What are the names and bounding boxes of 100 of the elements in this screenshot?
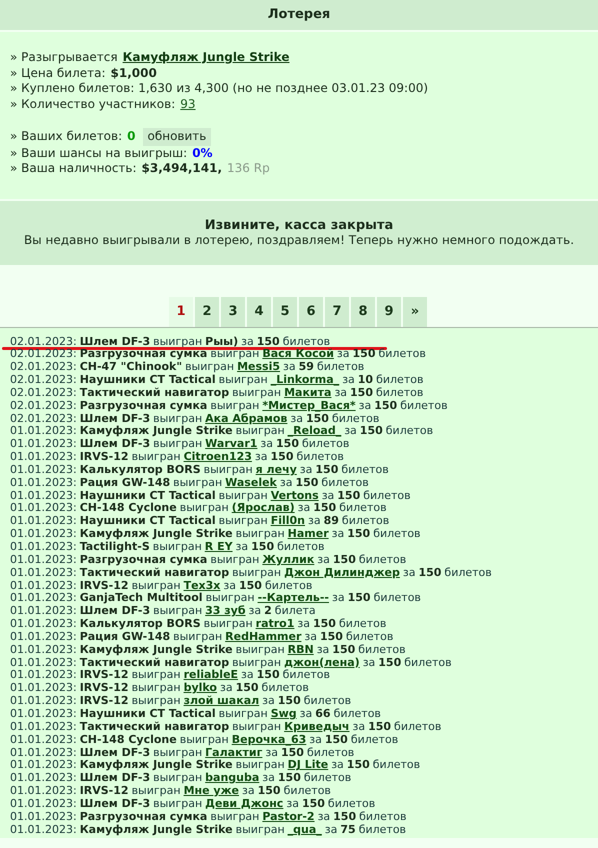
refresh-button[interactable]: обновить <box>142 128 212 146</box>
winner-link[interactable]: Деви Джонс <box>205 798 284 811</box>
won-text: выигран <box>153 605 202 618</box>
winner-link[interactable]: DJ Lite <box>288 759 328 772</box>
date-text: 01.01.2023: <box>10 438 77 452</box>
date-text: 01.01.2023: <box>10 490 77 502</box>
for-text: за <box>362 656 376 670</box>
unit-text: билетов <box>282 669 330 682</box>
won-text: выигран <box>153 412 202 426</box>
won-text: выигран <box>204 618 253 631</box>
won-text: выигран <box>132 580 181 592</box>
winner-link[interactable]: Waselek <box>225 476 277 490</box>
prize-name: Камуфляж Jungle Strike <box>80 759 233 772</box>
winner-link[interactable]: Макита <box>284 386 332 400</box>
page-link[interactable]: 9 <box>377 296 401 326</box>
winner-link[interactable]: RedHammer <box>225 630 302 644</box>
page-link[interactable]: 4 <box>247 296 271 326</box>
info-link[interactable]: Камуфляж Jungle Strike <box>122 50 290 66</box>
page-link[interactable]: 8 <box>351 296 375 326</box>
date-text: 02.01.2023: <box>10 412 77 426</box>
winner-link[interactable]: bylko <box>184 682 217 696</box>
winner-link[interactable]: Галактиг <box>205 746 262 760</box>
winner-link[interactable]: --Картель-- <box>258 592 329 606</box>
for-text: за <box>318 810 330 824</box>
winner-link[interactable]: _Linkorma_ <box>270 374 340 387</box>
won-text: выигран <box>210 400 260 413</box>
date-text: 01.01.2023: <box>10 772 77 786</box>
ticket-count: 150 <box>333 810 356 824</box>
prize-name: Калькулятор BORS <box>80 618 201 631</box>
winner-link[interactable]: Ака Абрамов <box>205 412 288 426</box>
winner-link[interactable]: Джон Дилинджер <box>284 566 400 580</box>
winner-link[interactable]: джон(лена) <box>284 656 360 670</box>
date-text: 01.01.2023: <box>10 656 77 670</box>
page-link[interactable]: 3 <box>221 296 245 326</box>
page-link[interactable]: 7 <box>325 296 349 326</box>
date-text: 01.01.2023: <box>10 425 77 438</box>
winner-link[interactable]: ratro1 <box>256 618 294 631</box>
winner-name: Рыы) <box>205 336 238 348</box>
date-text: 01.01.2023: <box>10 759 77 772</box>
notice-title: Извините, касса закрыта <box>204 218 394 232</box>
date-text: 02.01.2023: <box>10 400 77 413</box>
prize-name: Калькулятор BORS <box>80 464 201 477</box>
ticket-count: 150 <box>276 438 299 452</box>
winner-link[interactable]: RBN <box>288 644 314 657</box>
winner-link[interactable]: Вася Косой <box>262 348 334 362</box>
winner-link[interactable]: Hamer <box>288 528 329 541</box>
winner-link[interactable]: Тех3х <box>184 580 220 592</box>
date-text: 01.01.2023: <box>10 695 77 708</box>
winner-link[interactable]: Жуллик <box>262 554 314 567</box>
for-text: за <box>298 502 310 516</box>
date-text: 01.01.2023: <box>10 785 77 798</box>
page-link[interactable]: 1 <box>169 296 193 326</box>
unit-text: билетов <box>282 336 330 348</box>
ticket-count: 150 <box>368 720 392 734</box>
page-link[interactable]: 5 <box>273 296 297 326</box>
prize-name: IRVS-12 <box>80 669 129 682</box>
winner-link[interactable]: Vertons <box>270 490 319 502</box>
ticket-count: 150 <box>360 425 383 438</box>
winner-link[interactable]: Pastor-2 <box>262 810 315 824</box>
page-link[interactable]: 2 <box>195 296 219 326</box>
info-label: » Ваших билетов: <box>10 129 122 144</box>
won-text: выигран <box>210 810 260 824</box>
for-text: за <box>300 464 312 477</box>
ticket-count: 150 <box>337 490 360 502</box>
winner-link[interactable]: Fill0n <box>270 515 305 528</box>
prize-name: Наушники CT Tactical <box>80 708 216 721</box>
prize-name: Разгрузочная сумка <box>80 348 208 362</box>
winner-link[interactable]: _qua_ <box>288 824 322 836</box>
winner-link[interactable]: *Мистер_Вася* <box>262 400 356 413</box>
date-text: 01.01.2023: <box>10 798 77 811</box>
winner-link[interactable]: Мне уже <box>184 785 239 798</box>
winner-link[interactable]: (Ярослав) <box>232 502 295 516</box>
winner-link[interactable]: 33 зуб <box>205 605 246 618</box>
winner-link[interactable]: Криведыч <box>284 720 350 734</box>
winner-link[interactable]: Warvar1 <box>205 438 258 452</box>
info-link[interactable]: 93 <box>180 96 196 112</box>
winner-link[interactable]: _Reload_ <box>288 425 342 438</box>
winner-link[interactable]: Messi5 <box>237 361 280 374</box>
winner-link[interactable]: Верочка_63 <box>232 734 306 746</box>
prize-name: Tactilight-S <box>80 541 150 554</box>
ticket-count: 150 <box>332 554 356 567</box>
for-text: за <box>331 759 344 772</box>
winner-link[interactable]: banguba <box>205 772 260 786</box>
page-link[interactable]: » <box>403 296 427 326</box>
ticket-count: 150 <box>315 464 338 477</box>
prize-name: Тактический навигатор <box>80 656 230 670</box>
ticket-count: 150 <box>418 566 442 580</box>
winner-link[interactable]: я лечу <box>256 464 297 477</box>
for-text: за <box>300 708 312 721</box>
for-text: за <box>304 630 317 644</box>
prize-name: CH-148 Cyclone <box>80 502 177 516</box>
for-text: за <box>342 374 355 387</box>
for-text: за <box>248 605 262 618</box>
winner-link[interactable]: злой шакал <box>184 695 260 708</box>
winner-link[interactable]: reliableE <box>184 669 238 682</box>
winner-link[interactable]: Citroen123 <box>184 451 252 464</box>
prize-name: Шлем DF-3 <box>80 605 150 618</box>
winner-link[interactable]: Swg <box>270 708 297 721</box>
winner-link[interactable]: R EY <box>204 541 233 554</box>
page-link[interactable]: 6 <box>299 296 323 326</box>
